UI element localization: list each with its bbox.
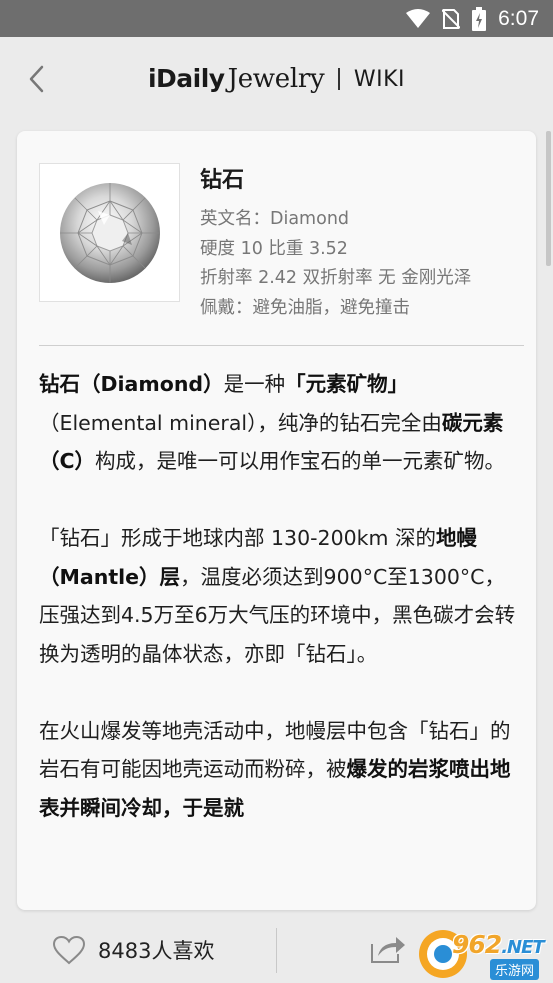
gem-wearing: 佩戴：避免油脂，避免撞击 [200, 297, 410, 318]
text: （Elemental mineral），纯净的钻石完全由 [39, 410, 442, 435]
brand-jewelry: Jewelry [227, 64, 325, 94]
watermark-number: 962 [452, 930, 502, 959]
wifi-icon [406, 8, 431, 28]
section-label: WIKI [353, 66, 406, 92]
watermark: 962.NET 乐游网 [412, 927, 552, 983]
bottom-divider [276, 928, 277, 973]
gem-image [39, 163, 180, 302]
like-suffix: 人喜欢 [151, 939, 215, 963]
scrollbar[interactable] [546, 131, 551, 266]
gem-card: 钻石 英文名：Diamond 硬度 10 比重 3.52 折射率 2.42 双折… [17, 131, 536, 910]
like-count: 8483人喜欢 [98, 935, 214, 965]
article-body: 钻石（Diamond）是一种「元素矿物」 （Elemental mineral），… [39, 365, 517, 866]
text: 是一种 [223, 372, 286, 396]
gem-summary: 钻石 英文名：Diamond 硬度 10 比重 3.52 折射率 2.42 双折… [17, 131, 536, 346]
status-time: 6:07 [498, 6, 539, 30]
gem-optics: 折射率 2.42 双折射率 无 金刚光泽 [200, 268, 472, 288]
gem-hardness-gravity: 硬度 10 比重 3.52 [200, 238, 348, 259]
status-bar: 6:07 [0, 0, 553, 37]
text: 「钻石」形成于地球内部 130-200km 深的 [39, 526, 437, 550]
no-sim-icon [442, 8, 461, 29]
share-icon [371, 937, 405, 963]
battery-charging-icon [472, 6, 487, 31]
watermark-text: 962.NET [452, 930, 545, 959]
like-button[interactable]: 8483人喜欢 [52, 930, 214, 970]
article-paragraph: 「钻石」形成于地球内部 130-200km 深的地幔（Mantle）层，温度必须… [39, 519, 517, 673]
watermark-net: .NET [501, 937, 544, 958]
like-number: 8483 [98, 939, 152, 963]
brand-logo: iDaily Jewelry [147, 64, 325, 94]
bottom-bar: 8483人喜欢 962.NET 乐游网 [0, 918, 553, 983]
bold-text: 「元素矿物」 [285, 372, 409, 396]
diamond-image [59, 182, 160, 283]
article-paragraph: 钻石（Diamond）是一种「元素矿物」 （Elemental mineral），… [39, 365, 517, 481]
article-paragraph: 在火山爆发等地壳活动中，地幔层中包含「钻石」的岩石有可能因地壳运动而粉碎，被爆发… [39, 712, 517, 828]
app-header: iDaily Jewelry WIKI [0, 37, 553, 123]
bold-text: 钻石（Diamond） [39, 372, 224, 396]
gem-english-name: 英文名：Diamond [200, 209, 350, 229]
text: 构成，是唯一可以用作宝石的单一元素矿物。 [95, 449, 506, 473]
brand-title: iDaily Jewelry WIKI [0, 59, 553, 99]
share-button[interactable] [370, 934, 406, 968]
heart-outline-icon [52, 935, 86, 965]
brand-idaily: iDaily [147, 64, 225, 93]
gem-attributes: 英文名：Diamond 硬度 10 比重 3.52 折射率 2.42 双折射率 … [200, 205, 471, 323]
watermark-sub: 乐游网 [490, 959, 540, 980]
summary-divider [39, 345, 524, 346]
gem-name: 钻石 [200, 168, 245, 193]
brand-divider [338, 68, 340, 90]
